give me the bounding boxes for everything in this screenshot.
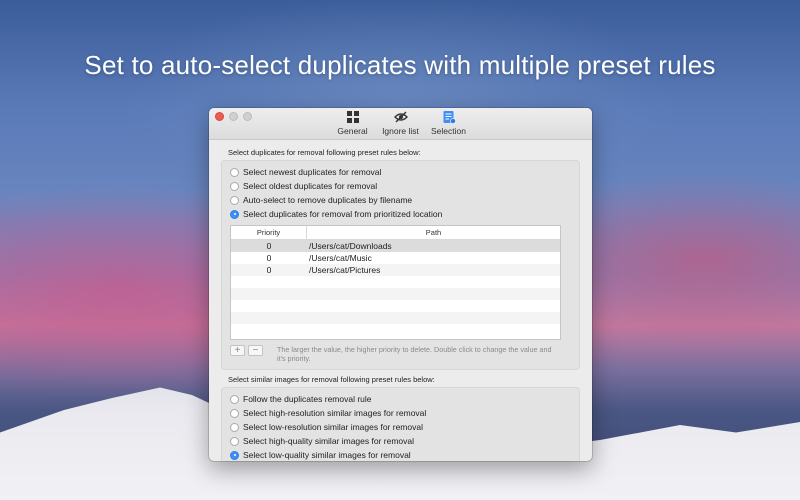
option-label: Select low-resolution similar images for… [243,422,423,432]
table-row[interactable]: 0 /Users/cat/Downloads [231,240,560,252]
option-label: Select newest duplicates for removal [243,167,382,177]
option-label: Select high-resolution similar images fo… [243,408,427,418]
table-row[interactable]: 0 /Users/cat/Music [231,252,560,264]
similar-rules-group: Follow the duplicates removal rule Selec… [221,387,580,461]
tab-general-label: General [337,126,368,136]
priority-hint: The larger the value, the higher priorit… [277,345,552,363]
duplicates-option-oldest[interactable]: Select oldest duplicates for removal [230,179,571,193]
empty-row [231,324,560,336]
table-footer: + − The larger the value, the higher pri… [230,345,571,363]
add-location-button[interactable]: + [230,345,245,356]
option-label: Select high-quality similar images for r… [243,436,415,446]
tab-selection[interactable]: Selection [429,110,469,136]
priority-cell[interactable]: 0 [231,253,307,263]
path-cell: /Users/cat/Music [309,253,372,263]
priority-cell[interactable]: 0 [231,265,307,275]
path-cell: /Users/cat/Pictures [309,265,381,275]
empty-row [231,276,560,288]
table-row[interactable]: 0 /Users/cat/Pictures [231,264,560,276]
tab-selection-label: Selection [431,126,466,136]
tab-ignore-list[interactable]: Ignore list [381,110,421,136]
option-label: Select low-quality similar images for re… [243,450,411,460]
similar-option-low-resolution[interactable]: Select low-resolution similar images for… [230,420,571,434]
column-header-priority[interactable]: Priority [231,226,307,239]
option-label: Select duplicates for removal from prior… [243,209,443,219]
similar-option-low-quality[interactable]: Select low-quality similar images for re… [230,448,571,461]
radio-button[interactable] [230,408,239,418]
radio-button-selected[interactable] [230,450,239,460]
priority-cell[interactable]: 0 [231,241,307,251]
preferences-toolbar: General Ignore list Selection [209,110,592,136]
table-header: Priority Path [231,226,560,240]
duplicates-rules-group: Select newest duplicates for removal Sel… [221,160,580,370]
title-bar: General Ignore list Selection [209,108,592,140]
column-header-path[interactable]: Path [307,226,560,239]
empty-row [231,288,560,300]
similar-option-follow[interactable]: Follow the duplicates removal rule [230,392,571,406]
duplicates-option-filename[interactable]: Auto-select to remove duplicates by file… [230,193,571,207]
radio-button[interactable] [230,181,239,191]
priority-table: Priority Path 0 /Users/cat/Downloads 0 /… [230,225,561,340]
option-label: Select oldest duplicates for removal [243,181,378,191]
grid-icon [346,111,359,123]
similar-option-high-quality[interactable]: Select high-quality similar images for r… [230,434,571,448]
empty-row [231,312,560,324]
tab-general[interactable]: General [333,110,373,136]
option-label: Auto-select to remove duplicates by file… [243,195,413,205]
duplicates-option-newest[interactable]: Select newest duplicates for removal [230,165,571,179]
radio-button[interactable] [230,394,239,404]
similar-option-high-resolution[interactable]: Select high-resolution similar images fo… [230,406,571,420]
duplicates-option-location[interactable]: Select duplicates for removal from prior… [230,207,571,221]
preferences-window: General Ignore list Selection Select dup… [209,108,592,461]
eye-slash-icon [393,111,408,123]
selection-pane: Select duplicates for removal following … [209,140,592,461]
radio-button[interactable] [230,195,239,205]
table-body: 0 /Users/cat/Downloads 0 /Users/cat/Musi… [231,240,560,336]
path-cell: /Users/cat/Downloads [309,241,392,251]
checklist-icon [443,111,456,124]
option-label: Follow the duplicates removal rule [243,394,372,404]
radio-button[interactable] [230,167,239,177]
add-remove-controls: + − [230,345,263,356]
tab-ignore-list-label: Ignore list [382,126,419,136]
remove-location-button[interactable]: − [248,345,263,356]
radio-button[interactable] [230,436,239,446]
headline: Set to auto-select duplicates with multi… [84,50,716,80]
empty-row [231,300,560,312]
similar-section-label: Select similar images for removal follow… [228,375,435,384]
radio-button-selected[interactable] [230,209,239,219]
duplicates-section-label: Select duplicates for removal following … [228,148,421,157]
radio-button[interactable] [230,422,239,432]
